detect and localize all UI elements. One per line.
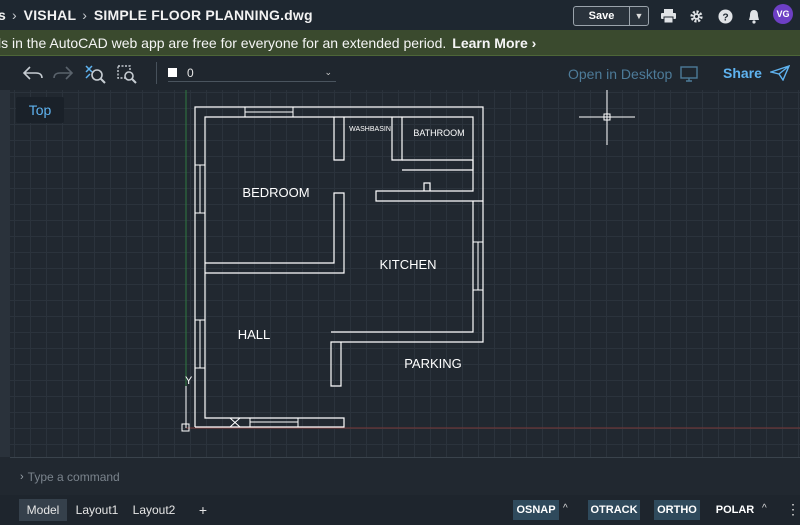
layer-name: 0 bbox=[187, 65, 194, 80]
chevron-up-icon[interactable]: ^ bbox=[762, 503, 767, 514]
open-in-desktop-button[interactable]: Open in Desktop bbox=[568, 66, 698, 82]
save-button[interactable]: Save bbox=[574, 7, 630, 25]
layer-dropdown[interactable]: 0 ⌄ bbox=[168, 64, 336, 82]
breadcrumb-separator: › bbox=[12, 7, 17, 23]
openings bbox=[194, 106, 484, 428]
walls bbox=[194, 106, 484, 428]
chevron-down-icon: ⌄ bbox=[324, 67, 332, 77]
gear-icon[interactable] bbox=[688, 8, 704, 24]
avatar[interactable]: VG bbox=[773, 4, 793, 24]
breadcrumb-folder[interactable]: VISHAL bbox=[24, 7, 77, 23]
promo-banner: ls in the AutoCAD web app are free for e… bbox=[0, 30, 800, 56]
view-label-top[interactable]: Top bbox=[16, 97, 64, 123]
polar-toggle[interactable]: POLAR bbox=[714, 500, 756, 520]
zoom-window-icon[interactable] bbox=[116, 64, 138, 84]
ucs-y-label: Y bbox=[185, 375, 193, 387]
undo-icon[interactable] bbox=[22, 64, 44, 82]
ortho-toggle[interactable]: ORTHO bbox=[654, 500, 700, 520]
canvas-left-edge bbox=[0, 90, 10, 457]
more-options-icon[interactable]: ⋮ bbox=[786, 501, 800, 518]
title-bar: s › VISHAL › SIMPLE FLOOR PLANNING.dwg bbox=[0, 0, 800, 30]
save-dropdown-button[interactable]: ▼ bbox=[630, 7, 648, 25]
layer-color-swatch bbox=[168, 68, 177, 77]
ucs-icon bbox=[181, 386, 190, 432]
svg-text:?: ? bbox=[722, 12, 728, 23]
tab-model[interactable]: Model bbox=[19, 499, 67, 521]
redo-icon[interactable] bbox=[52, 64, 74, 82]
chevron-down-icon: ▼ bbox=[634, 11, 644, 21]
otrack-toggle[interactable]: OTRACK bbox=[588, 500, 640, 520]
room-label-hall: HALL bbox=[238, 327, 271, 342]
status-bar: Model Layout1 Layout2 + OSNAP ^ OTRACK O… bbox=[0, 495, 800, 525]
osnap-toggle[interactable]: OSNAP bbox=[513, 500, 559, 520]
breadcrumb-root[interactable]: s bbox=[0, 7, 6, 23]
zoom-extents-icon[interactable] bbox=[84, 64, 106, 84]
chevron-right-icon: › bbox=[20, 470, 24, 483]
share-label: Share bbox=[723, 65, 762, 81]
crosshair-cursor bbox=[579, 90, 635, 145]
floor-plan-drawing: Y BEDROOM KITCHEN HALL PARKING WASHBASIN… bbox=[181, 90, 800, 432]
share-button[interactable]: Share bbox=[723, 65, 790, 81]
drawing-canvas[interactable]: Y BEDROOM KITCHEN HALL PARKING WASHBASIN… bbox=[10, 90, 800, 457]
paper-plane-icon bbox=[769, 65, 790, 81]
room-label-kitchen: KITCHEN bbox=[379, 257, 436, 272]
command-input-placeholder: Type a command bbox=[27, 469, 120, 484]
save-button-group: Save ▼ bbox=[573, 6, 649, 26]
tab-layout2[interactable]: Layout2 bbox=[127, 499, 181, 521]
monitor-icon bbox=[680, 66, 698, 82]
command-line[interactable]: › Type a command bbox=[10, 457, 800, 495]
learn-more-link[interactable]: Learn More › bbox=[452, 35, 536, 51]
room-label-bathroom: BATHROOM bbox=[413, 128, 464, 138]
toolbar-divider bbox=[156, 62, 157, 84]
open-in-desktop-label: Open in Desktop bbox=[568, 66, 673, 82]
help-icon[interactable]: ? bbox=[717, 8, 733, 24]
bell-icon[interactable] bbox=[746, 8, 762, 24]
room-label-washbasin: WASHBASIN bbox=[349, 126, 391, 133]
room-label-parking: PARKING bbox=[404, 356, 462, 371]
chevron-up-icon[interactable]: ^ bbox=[563, 503, 568, 514]
room-label-bedroom: BEDROOM bbox=[242, 185, 309, 200]
print-icon[interactable] bbox=[660, 8, 676, 24]
breadcrumb-separator: › bbox=[82, 7, 87, 23]
tab-layout1[interactable]: Layout1 bbox=[70, 499, 124, 521]
file-title: SIMPLE FLOOR PLANNING.dwg bbox=[93, 7, 313, 23]
add-layout-button[interactable]: + bbox=[193, 499, 213, 521]
banner-message: ls in the AutoCAD web app are free for e… bbox=[0, 34, 447, 51]
